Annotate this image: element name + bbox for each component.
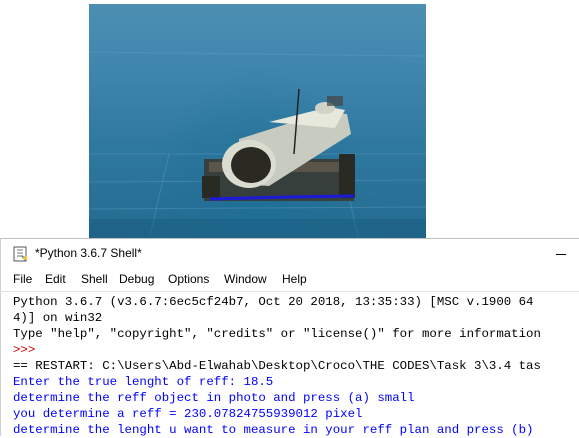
console-line-banner: Python 3.6.7 (v3.6.7:6ec5cf24b7, Oct 20 … (13, 295, 534, 309)
console-line-platform: 4)] on win32 (13, 311, 103, 325)
shell-console[interactable]: Python 3.6.7 (v3.6.7:6ec5cf24b7, Oct 20 … (0, 292, 579, 437)
console-prompt: >>> (13, 343, 43, 357)
menu-options[interactable]: Options (168, 272, 209, 286)
menu-window[interactable]: Window (224, 272, 267, 286)
python-shell-window: *Python 3.6.7 Shell* File Edit Shell Deb… (0, 238, 579, 437)
menu-shell[interactable]: Shell (81, 272, 108, 286)
console-output-1: Enter the true lenght of reff: 18.5 (13, 375, 274, 389)
console-line-restart: == RESTART: C:\Users\Abd-Elwahab\Desktop… (13, 359, 541, 373)
menu-edit[interactable]: Edit (45, 272, 66, 286)
title-bar[interactable]: *Python 3.6.7 Shell* (0, 239, 579, 269)
console-output-4: determine the lenght u want to measure i… (13, 423, 534, 437)
menu-help[interactable]: Help (282, 272, 307, 286)
menu-bar: File Edit Shell Debug Options Window Hel… (0, 269, 579, 291)
menu-file[interactable]: File (13, 272, 32, 286)
underwater-photo (89, 4, 426, 240)
console-output-2: determine the reff object in photo and p… (13, 391, 415, 405)
photo-scene (89, 51, 426, 240)
window-title: *Python 3.6.7 Shell* (35, 246, 142, 260)
minimize-button[interactable] (546, 245, 579, 263)
console-line-help: Type "help", "copyright", "credits" or "… (13, 327, 541, 341)
idle-shell-icon (13, 246, 27, 262)
console-output-3: you determine a reff = 230.0782475593901… (13, 407, 363, 421)
menu-debug[interactable]: Debug (119, 272, 154, 286)
